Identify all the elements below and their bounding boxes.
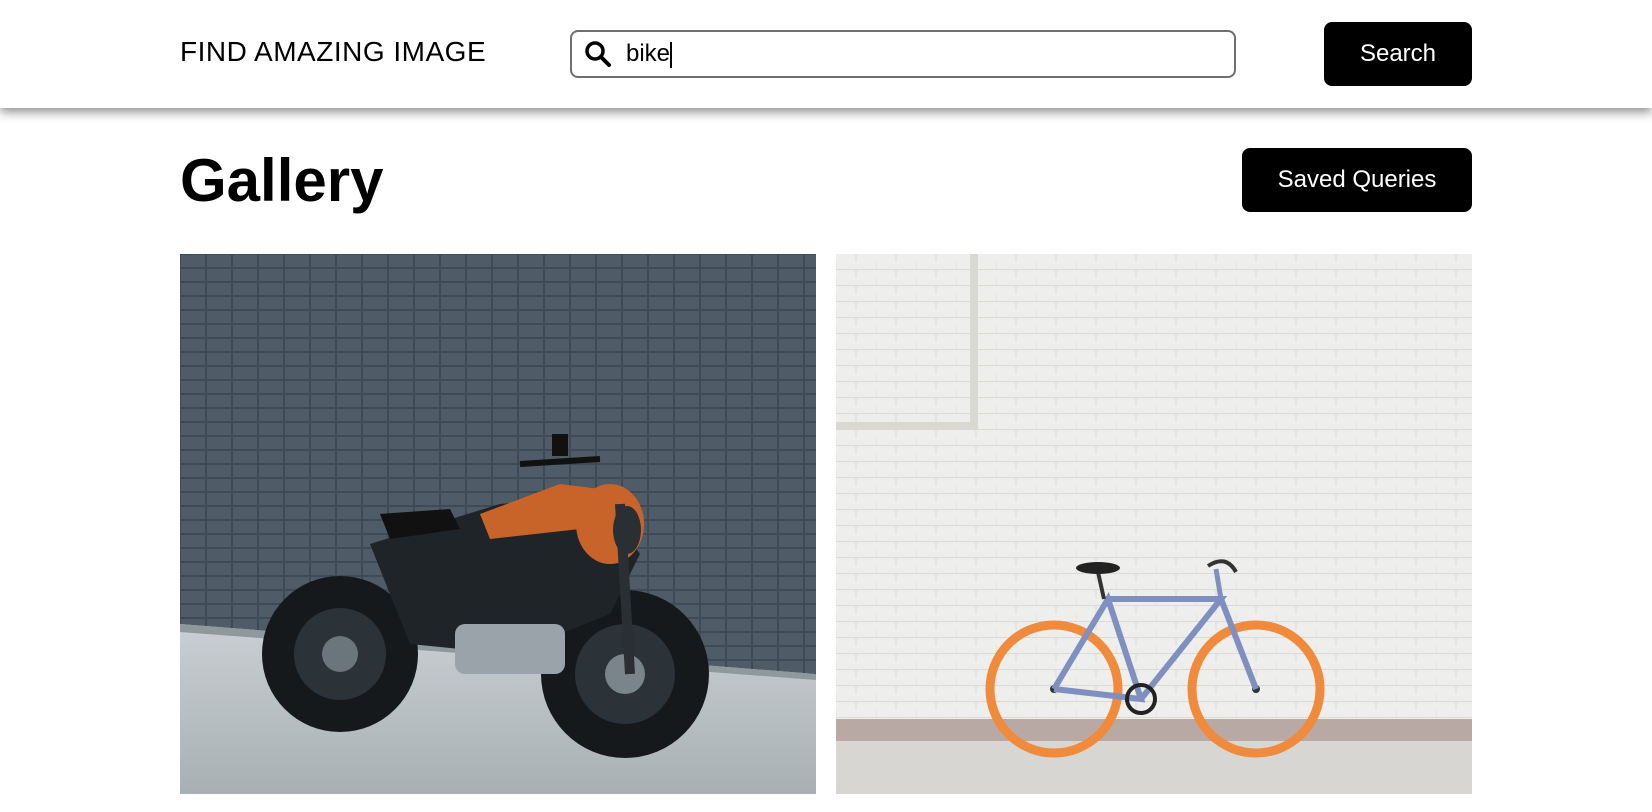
bicycle-photo (836, 254, 1472, 794)
top-header: FIND AMAZING IMAGE Search (0, 0, 1652, 108)
gallery-image-motorcycle[interactable] (180, 254, 816, 794)
page-title: Gallery (180, 147, 384, 214)
text-caret (670, 42, 672, 68)
motorcycle-photo (180, 254, 816, 794)
search-input[interactable] (626, 36, 1216, 72)
gallery-image-bicycle[interactable] (836, 254, 1472, 794)
saved-queries-button[interactable]: Saved Queries (1242, 148, 1472, 212)
search-icon (585, 41, 611, 67)
brand-title: FIND AMAZING IMAGE (180, 36, 487, 67)
search-button[interactable]: Search (1324, 22, 1472, 86)
